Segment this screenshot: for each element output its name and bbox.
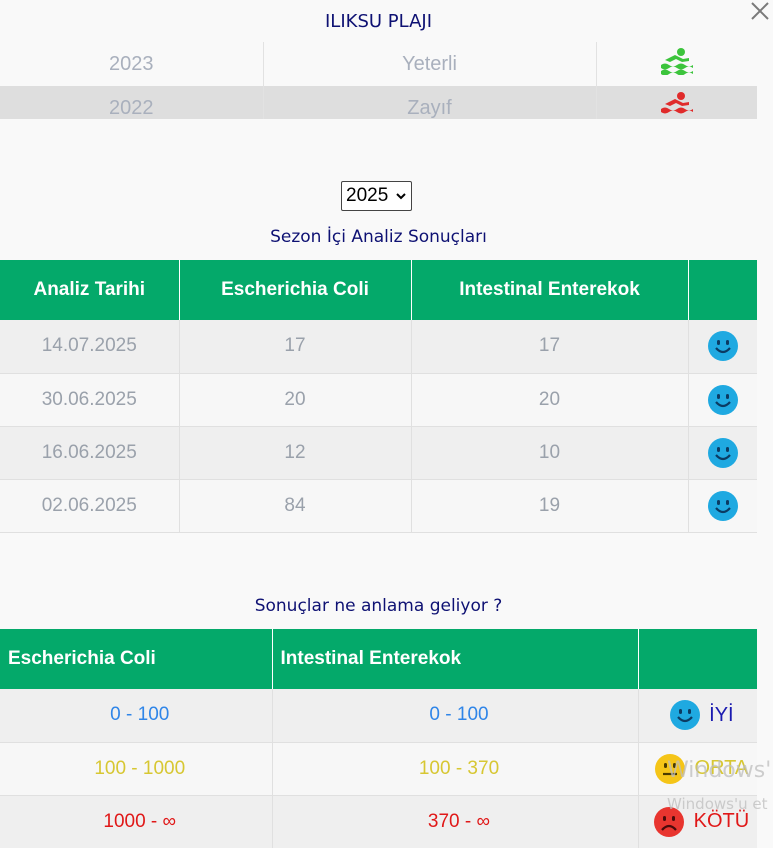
entero-range: 0 - 100 (272, 689, 639, 743)
table-row: 1000 - ∞ 370 - ∞ KÖTÜ (0, 795, 757, 848)
status-cell: İYİ (638, 689, 757, 743)
happy-face-icon (707, 437, 738, 468)
results-header-row: Analiz Tarihi Escherichia Coli Intestina… (0, 260, 757, 320)
status-cell (688, 479, 757, 533)
entero-range: 370 - ∞ (272, 795, 639, 848)
legend-table: Escherichia Coli Intestinal Enterekok 0 … (0, 629, 757, 848)
history-quality: Zayıf (263, 86, 597, 119)
happy-face-icon (707, 384, 738, 415)
table-row: 0 - 100 0 - 100 İYİ (0, 689, 757, 743)
sad-face-icon (654, 806, 685, 837)
ecoli-value: 84 (179, 479, 412, 533)
history-year: 2023 (0, 42, 264, 86)
entero-value: 17 (411, 320, 689, 374)
column-header-date: Analiz Tarihi (0, 260, 180, 320)
history-icon-cell (596, 42, 757, 86)
history-row: 2022 Zayıf (0, 86, 757, 119)
legend-header-row: Escherichia Coli Intestinal Enterekok (0, 629, 757, 689)
analysis-date: 16.06.2025 (0, 426, 180, 480)
status-label: KÖTÜ (693, 810, 750, 832)
close-icon (751, 2, 769, 20)
legend-header-ecoli: Escherichia Coli (0, 629, 273, 689)
history-table: 2023 Yeterli 2022 Zayıf (0, 42, 757, 119)
status-cell: KÖTÜ (638, 795, 757, 848)
ecoli-value: 17 (179, 320, 412, 374)
status-cell (688, 373, 757, 427)
happy-face-icon (707, 490, 738, 521)
history-table-scroll[interactable]: 2023 Yeterli 2022 Zayıf (0, 42, 757, 119)
ecoli-range: 100 - 1000 (0, 742, 273, 796)
entero-value: 20 (411, 373, 689, 427)
history-quality: Yeterli (263, 42, 597, 86)
beach-detail-modal: ILIKSU PLAJI 2023 Yeterli 2022 Zayıf 202… (0, 0, 773, 848)
status-cell (688, 426, 757, 480)
column-header-ecoli: Escherichia Coli (179, 260, 412, 320)
close-button[interactable] (749, 0, 771, 22)
swimmer-red-icon (660, 92, 693, 114)
beach-title: ILIKSU PLAJI (325, 11, 432, 32)
table-row: 100 - 1000 100 - 370 ORTA (0, 742, 757, 796)
status-cell: ORTA (638, 742, 757, 796)
results-title: Sezon İçi Analiz Sonuçları (270, 227, 487, 247)
ecoli-range: 0 - 100 (0, 689, 273, 743)
table-row: 30.06.2025 20 20 (0, 373, 757, 427)
status-label: ORTA (694, 757, 749, 779)
entero-value: 19 (411, 479, 689, 533)
ecoli-value: 12 (179, 426, 412, 480)
history-row: 2023 Yeterli (0, 42, 757, 86)
results-table: Analiz Tarihi Escherichia Coli Intestina… (0, 260, 757, 533)
chevron-down-icon (396, 193, 406, 200)
happy-face-icon (707, 331, 738, 362)
analysis-date: 14.07.2025 (0, 320, 180, 374)
column-header-entero: Intestinal Enterekok (411, 260, 689, 320)
table-row: 02.06.2025 84 19 (0, 479, 757, 533)
analysis-date: 02.06.2025 (0, 479, 180, 533)
entero-range: 100 - 370 (272, 742, 639, 796)
year-select[interactable]: 2025 (341, 181, 412, 211)
history-icon-cell (596, 86, 757, 119)
happy-face-icon (669, 700, 700, 731)
analysis-date: 30.06.2025 (0, 373, 180, 427)
table-row: 16.06.2025 12 10 (0, 426, 757, 480)
neutral-face-icon (655, 753, 686, 784)
year-select-value: 2025 (346, 185, 389, 206)
legend-header-entero: Intestinal Enterekok (272, 629, 639, 689)
ecoli-range: 1000 - ∞ (0, 795, 273, 848)
ecoli-value: 20 (179, 373, 412, 427)
entero-value: 10 (411, 426, 689, 480)
status-label: İYİ (709, 703, 734, 726)
swimmer-green-icon (660, 48, 693, 76)
legend-title: Sonuçlar ne anlama geliyor ? (254, 596, 503, 616)
column-header-status (688, 260, 757, 320)
status-cell (688, 320, 757, 374)
history-year: 2022 (0, 86, 264, 119)
table-row: 14.07.2025 17 17 (0, 320, 757, 374)
legend-header-status (638, 629, 757, 689)
